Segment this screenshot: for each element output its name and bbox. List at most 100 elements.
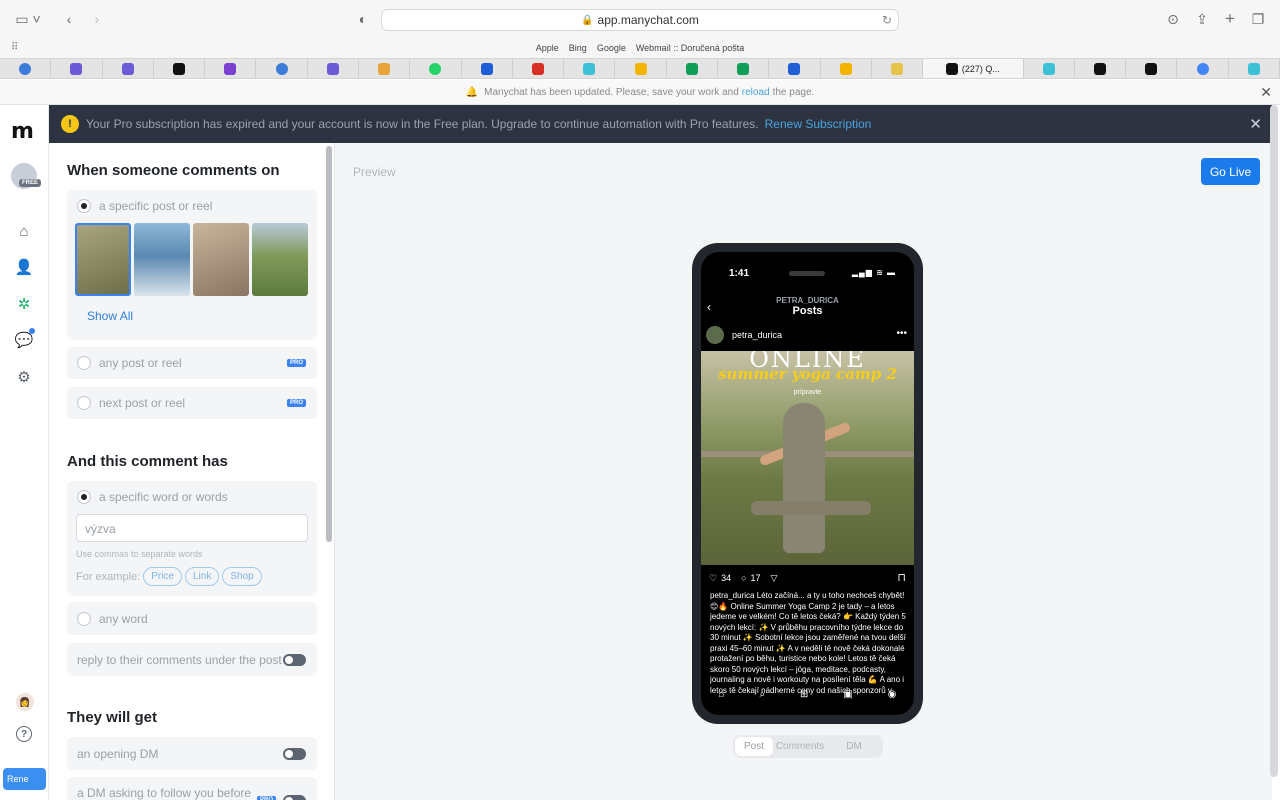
specific-post-option[interactable]: a specific post or reel [77, 199, 212, 213]
address-bar[interactable]: 🔒 app.manychat.com ↻ [381, 9, 899, 31]
automation-icon[interactable]: ✲ [14, 294, 34, 314]
example-chip[interactable]: Shop [222, 567, 262, 586]
tab[interactable] [1126, 59, 1178, 78]
contacts-icon[interactable]: 👤 [14, 257, 34, 277]
profile-avatar-icon: ◉ [887, 689, 897, 700]
tab[interactable] [205, 59, 257, 78]
back-icon[interactable]: ‹ [62, 9, 76, 29]
tab-favicon-icon [788, 62, 801, 75]
follow-dm-toggle[interactable] [283, 795, 306, 800]
specific-word-option[interactable]: a specific word or words [77, 490, 228, 504]
any-word-option[interactable]: any word [77, 612, 148, 626]
tab[interactable] [513, 59, 565, 78]
post-thumbnail[interactable] [134, 223, 190, 296]
tab[interactable] [564, 59, 616, 78]
example-chip[interactable]: Price [143, 567, 182, 586]
tab[interactable] [462, 59, 513, 78]
tab-favicon-icon [172, 62, 185, 75]
renew-subscription-link[interactable]: Renew Subscription [765, 117, 872, 131]
tab[interactable] [1075, 59, 1127, 78]
subscription-banner: ! Your Pro subscription has expired and … [49, 105, 1272, 143]
app-sidebar: m FREE ⌂ 👤 ✲ 💬 ⚙ 👩 ? Rene [0, 105, 49, 800]
reload-icon[interactable]: ↻ [882, 13, 892, 27]
tab[interactable] [103, 59, 154, 78]
share-icon[interactable]: ⇪ [1194, 9, 1210, 29]
tab[interactable] [1229, 59, 1280, 78]
favorite-webmail[interactable]: Webmail :: Doručená pošta [636, 43, 744, 53]
opening-dm-label: an opening DM [77, 747, 159, 761]
tab-favicon-icon [890, 62, 903, 75]
close-icon[interactable]: ✕ [1260, 84, 1272, 101]
tab[interactable] [718, 59, 770, 78]
post-image: ONLINE summer yoga camp 2 prípravte [701, 351, 914, 565]
option-label: next post or reel [99, 396, 186, 410]
post-thumbnail[interactable] [193, 223, 249, 296]
reply-toggle[interactable] [283, 654, 306, 666]
go-live-button[interactable]: Go Live [1201, 158, 1260, 185]
post-thumbnail[interactable] [75, 223, 131, 296]
tab-overview-icon[interactable]: ❐ [1250, 9, 1266, 29]
tab[interactable] [1024, 59, 1075, 78]
renew-button[interactable]: Rene [3, 768, 46, 790]
unread-dot [29, 328, 35, 334]
image-script-title: summer yoga camp 2 [718, 365, 897, 383]
radio-unselected[interactable] [77, 612, 91, 626]
tab-dm[interactable]: DM [827, 741, 881, 752]
tab-post[interactable]: Post [735, 737, 773, 756]
new-tab-icon[interactable]: + [1222, 9, 1238, 29]
tab[interactable] [256, 59, 308, 78]
tab[interactable] [51, 59, 103, 78]
settings-gear-icon[interactable]: ⚙ [14, 367, 34, 387]
example-chip[interactable]: Link [185, 567, 220, 586]
home-icon[interactable]: ⌂ [14, 221, 34, 241]
favorite-google[interactable]: Google [597, 43, 626, 53]
tab[interactable] [1177, 59, 1229, 78]
keywords-hint: Use commas to separate words [76, 549, 203, 559]
privacy-shield-icon[interactable]: ◐ [356, 9, 370, 29]
any-post-option[interactable]: any post or reel [77, 356, 182, 370]
option-label: any post or reel [99, 356, 182, 370]
reload-link[interactable]: reload [742, 87, 770, 98]
tab[interactable] [615, 59, 667, 78]
manychat-logo[interactable]: m [11, 119, 34, 144]
tab[interactable] [769, 59, 821, 78]
tab[interactable] [872, 59, 924, 78]
forward-icon[interactable]: › [90, 9, 104, 29]
opening-dm-toggle[interactable] [283, 748, 306, 760]
radio-selected[interactable] [77, 490, 91, 504]
page-scrollbar[interactable] [1270, 105, 1278, 777]
tab[interactable] [0, 59, 52, 78]
favorite-bing[interactable]: Bing [569, 43, 587, 53]
tab-active[interactable]: (227) Q... [923, 59, 1024, 78]
tab[interactable] [821, 59, 872, 78]
account-name: PETRA_DURICA [776, 296, 839, 305]
bookmark-icon: ⊓ [897, 572, 906, 584]
tab[interactable] [359, 59, 411, 78]
pro-badge: PRO [256, 796, 276, 800]
next-post-option[interactable]: next post or reel [77, 396, 185, 410]
tab-favicon-icon [583, 62, 596, 75]
tab-favicon-icon [685, 62, 698, 75]
apps-grid-icon[interactable]: ⠿ [11, 42, 18, 53]
favorite-apple[interactable]: Apple [536, 43, 559, 53]
radio-unselected[interactable] [77, 356, 91, 370]
tab[interactable] [410, 59, 462, 78]
tab-favicon-icon [839, 62, 852, 75]
panel-scrollbar[interactable] [326, 146, 332, 542]
close-icon[interactable]: ✕ [1249, 115, 1262, 133]
tab-comments[interactable]: Comments [773, 741, 827, 752]
post-thumbnails [75, 223, 308, 296]
user-avatar[interactable]: 👩 [16, 693, 34, 711]
tab[interactable] [667, 59, 718, 78]
radio-unselected[interactable] [77, 396, 91, 410]
downloads-icon[interactable]: ⊙ [1165, 9, 1181, 29]
tab[interactable] [308, 59, 359, 78]
post-thumbnail[interactable] [252, 223, 308, 296]
keywords-input[interactable]: výzva [76, 514, 308, 542]
show-all-link[interactable]: Show All [87, 309, 133, 323]
radio-selected[interactable] [77, 199, 91, 213]
tab[interactable] [154, 59, 206, 78]
image-subtitle: prípravte [793, 389, 822, 396]
sidebar-toggle-icon[interactable]: ▭ ˅ [14, 9, 42, 29]
help-icon[interactable]: ? [16, 726, 32, 742]
